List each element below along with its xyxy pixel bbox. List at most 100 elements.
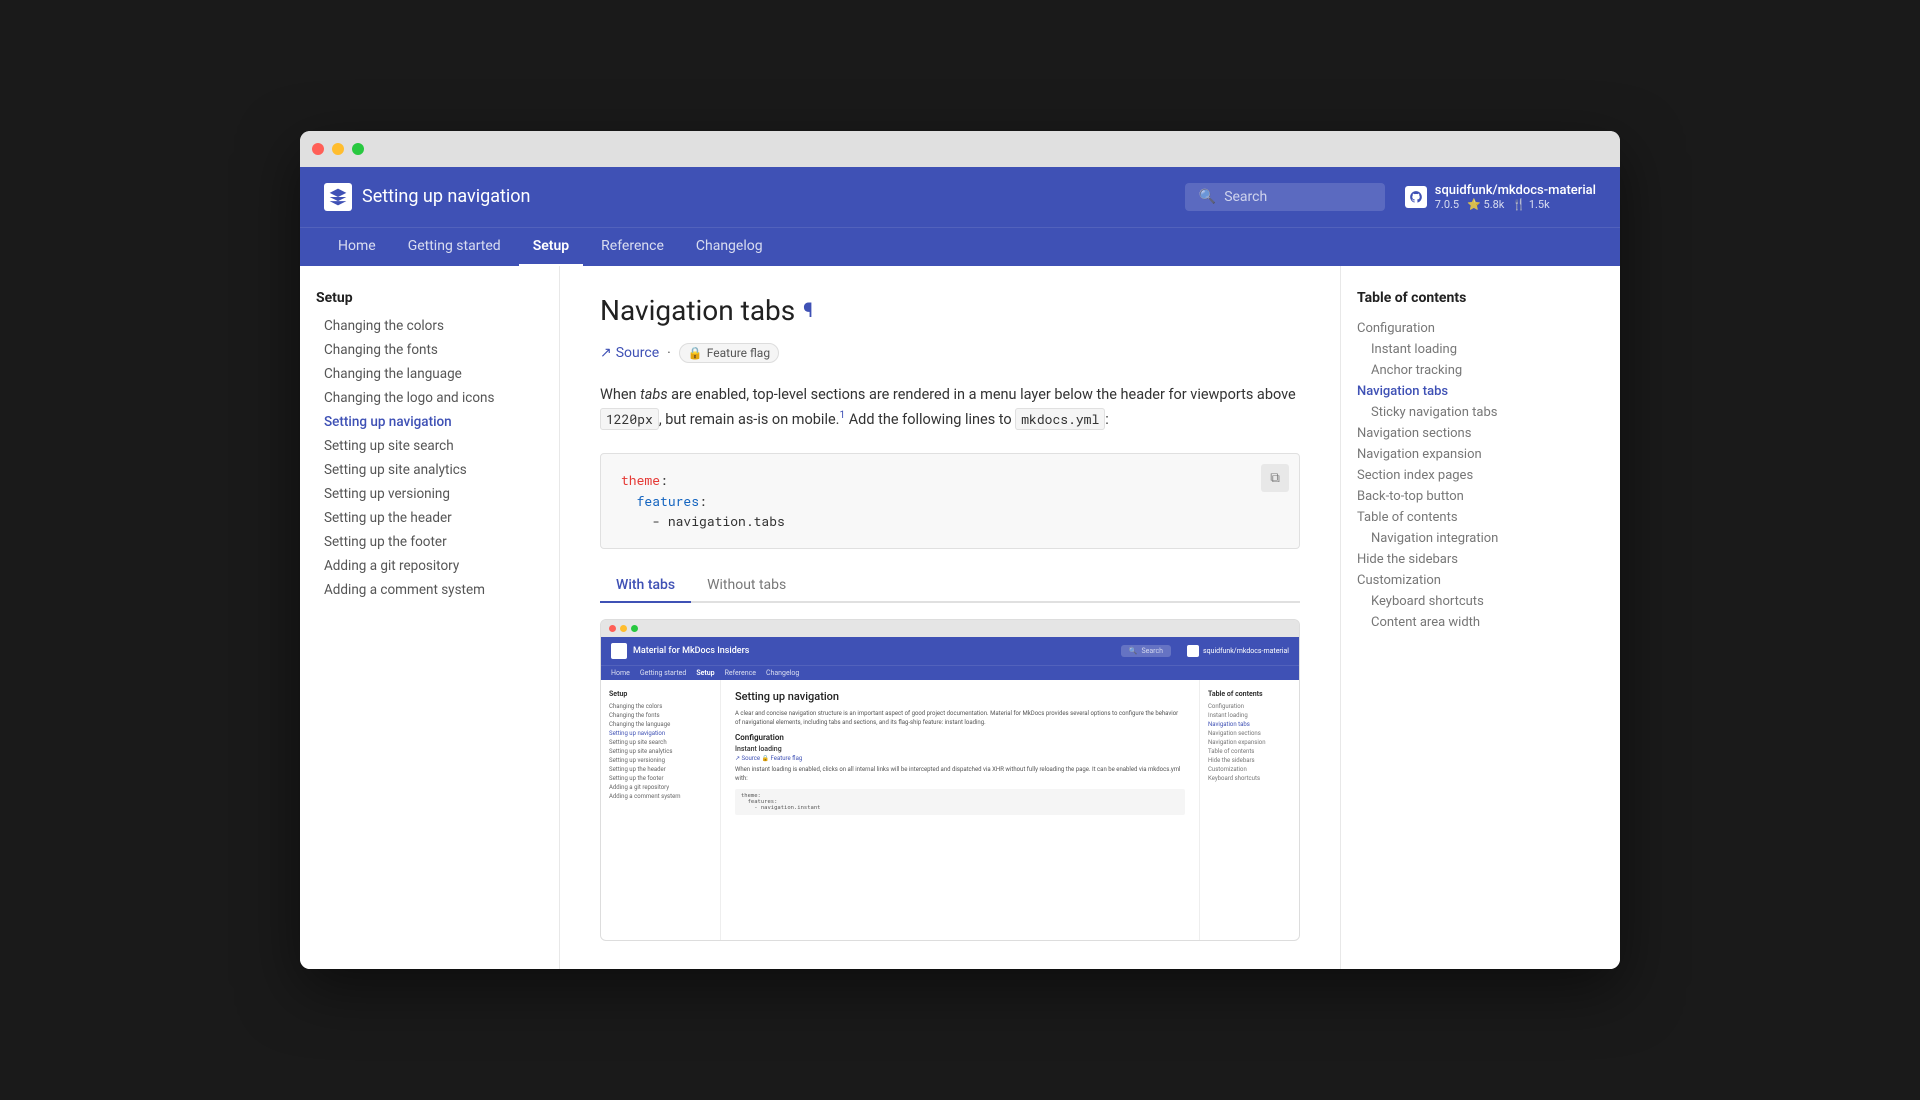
maximize-button[interactable] (352, 143, 364, 155)
mini-toc-toc: Table of contents (1208, 747, 1291, 756)
sidebar-item-colors[interactable]: Changing the colors (316, 314, 543, 338)
sidebar-item-logo[interactable]: Changing the logo and icons (316, 386, 543, 410)
sidebar-item-fonts[interactable]: Changing the fonts (316, 338, 543, 362)
repo-name: squidfunk/mkdocs-material (1435, 183, 1596, 198)
sidebar-item-language[interactable]: Changing the language (316, 362, 543, 386)
page-title: Navigation tabs ¶ (600, 294, 1300, 327)
nav-tab-getting-started[interactable]: Getting started (394, 228, 515, 266)
site-logo[interactable]: Setting up navigation (324, 183, 530, 211)
mini-nav-setup: Setup (696, 669, 714, 677)
toc-title: Table of contents (1357, 290, 1554, 306)
mini-sidebar-language: Changing the language (609, 720, 712, 729)
mini-sidebar-footer: Setting up the footer (609, 774, 712, 783)
mini-minimize (620, 625, 627, 632)
search-placeholder: Search (1224, 189, 1267, 205)
inline-code-1: 1220px (600, 408, 659, 430)
sidebar-item-versioning[interactable]: Setting up versioning (316, 482, 543, 506)
mini-body: Setup Changing the colors Changing the f… (601, 680, 1299, 940)
mini-instant-loading: Instant loading (735, 745, 1185, 753)
toc-section-index[interactable]: Section index pages (1357, 465, 1554, 486)
toc-navigation-tabs[interactable]: Navigation tabs (1357, 381, 1554, 402)
site-header: Setting up navigation 🔍 Search squidfunk… (300, 167, 1620, 227)
mini-sidebar-colors: Changing the colors (609, 702, 712, 711)
sidebar-item-comment[interactable]: Adding a comment system (316, 578, 543, 602)
meta-line: ↗ Source · 🔒 Feature flag (600, 343, 1300, 363)
copy-button[interactable]: ⧉ (1261, 464, 1289, 492)
mini-toc-nav-tabs: Navigation tabs (1208, 720, 1291, 729)
mini-close (609, 625, 616, 632)
toc-anchor-tracking[interactable]: Anchor tracking (1357, 360, 1554, 381)
sidebar-item-navigation[interactable]: Setting up navigation (316, 410, 543, 434)
sidebar-item-git[interactable]: Adding a git repository (316, 554, 543, 578)
toc-nav-integration[interactable]: Navigation integration (1357, 528, 1554, 549)
repo-stats: 7.0.5 ⭐ 5.8k 🍴 1.5k (1435, 198, 1550, 211)
mini-instant-text: When instant loading is enabled, clicks … (735, 765, 1185, 783)
mini-sidebar: Setup Changing the colors Changing the f… (601, 680, 721, 940)
source-link[interactable]: ↗ Source (600, 345, 659, 361)
nav-tab-reference[interactable]: Reference (587, 228, 678, 266)
mini-toc-nav-expansion: Navigation expansion (1208, 738, 1291, 747)
toc-instant-loading[interactable]: Instant loading (1357, 339, 1554, 360)
mini-code-block: theme: features: - navigation.instant (735, 789, 1185, 815)
body-text: When tabs are enabled, top-level section… (600, 383, 1300, 433)
mini-search: 🔍 Search (1121, 645, 1171, 657)
mini-sidebar-search: Setting up site search (609, 738, 712, 747)
mini-sidebar-header: Setting up the header (609, 765, 712, 774)
mini-section-config: Configuration (735, 733, 1185, 742)
source-icon: ↗ (600, 345, 612, 361)
mini-titlebar (601, 620, 1299, 637)
sidebar-item-search[interactable]: Setting up site search (316, 434, 543, 458)
mini-header: Material for MkDocs Insiders 🔍 Search sq… (601, 637, 1299, 665)
nav-tabs: Home Getting started Setup Reference Cha… (300, 227, 1620, 266)
repo-info[interactable]: squidfunk/mkdocs-material 7.0.5 ⭐ 5.8k 🍴… (1405, 183, 1596, 211)
feature-flag-badge: 🔒 Feature flag (679, 343, 779, 363)
mini-source-meta: ↗ Source 🔒 Feature flag (735, 755, 1185, 762)
content-tabs: With tabs Without tabs (600, 569, 1300, 603)
toc-sidebar: Table of contents Configuration Instant … (1340, 266, 1570, 970)
repo-version: 7.0.5 (1435, 198, 1459, 211)
nav-tab-setup[interactable]: Setup (519, 228, 583, 266)
mini-sidebar-navigation: Setting up navigation (609, 729, 712, 738)
mini-repo: squidfunk/mkdocs-material (1187, 645, 1289, 657)
sidebar-item-header[interactable]: Setting up the header (316, 506, 543, 530)
mini-repo-box (1187, 645, 1199, 657)
mini-logo-area: Material for MkDocs Insiders (611, 643, 749, 659)
mini-nav-getting-started: Getting started (640, 669, 687, 677)
mini-sidebar-comment: Adding a comment system (609, 792, 712, 801)
toc-nav-expansion[interactable]: Navigation expansion (1357, 444, 1554, 465)
nav-tab-changelog[interactable]: Changelog (682, 228, 777, 266)
tab-with-tabs[interactable]: With tabs (600, 569, 691, 603)
mini-body-text: A clear and concise navigation structure… (735, 709, 1185, 727)
toc-keyboard-shortcuts[interactable]: Keyboard shortcuts (1357, 591, 1554, 612)
mini-browser: Material for MkDocs Insiders 🔍 Search sq… (601, 637, 1299, 940)
tab-without-tabs[interactable]: Without tabs (691, 569, 802, 603)
mini-sidebar-versioning: Setting up versioning (609, 756, 712, 765)
mini-repo-text: squidfunk/mkdocs-material (1203, 647, 1289, 655)
close-button[interactable] (312, 143, 324, 155)
search-icon: 🔍 (1199, 189, 1216, 205)
nav-tab-home[interactable]: Home (324, 228, 390, 266)
minimize-button[interactable] (332, 143, 344, 155)
search-box[interactable]: 🔍 Search (1185, 183, 1385, 211)
repo-stars: ⭐ 5.8k (1467, 198, 1504, 211)
toc-back-to-top[interactable]: Back-to-top button (1357, 486, 1554, 507)
mini-sidebar-analytics: Setting up site analytics (609, 747, 712, 756)
repo-icon (1405, 186, 1427, 208)
toc-table-of-contents[interactable]: Table of contents (1357, 507, 1554, 528)
mini-nav-changelog: Changelog (766, 669, 799, 677)
toc-customization[interactable]: Customization (1357, 570, 1554, 591)
toc-configuration[interactable]: Configuration (1357, 318, 1554, 339)
footnote-1: 1 (840, 410, 846, 421)
code-line-3: - navigation.tabs (621, 511, 1279, 532)
sidebar-item-analytics[interactable]: Setting up site analytics (316, 458, 543, 482)
toc-sticky-tabs[interactable]: Sticky navigation tabs (1357, 402, 1554, 423)
lock-icon: 🔒 (688, 346, 703, 360)
code-line-2: features: (621, 491, 1279, 512)
toc-hide-sidebars[interactable]: Hide the sidebars (1357, 549, 1554, 570)
toc-nav-sections[interactable]: Navigation sections (1357, 423, 1554, 444)
toc-content-area-width[interactable]: Content area width (1357, 612, 1554, 633)
mini-nav-home: Home (611, 669, 630, 677)
mini-toc-title: Table of contents (1208, 690, 1291, 698)
code-block: ⧉ theme: features: - navigation.tabs (600, 453, 1300, 549)
sidebar-item-footer[interactable]: Setting up the footer (316, 530, 543, 554)
